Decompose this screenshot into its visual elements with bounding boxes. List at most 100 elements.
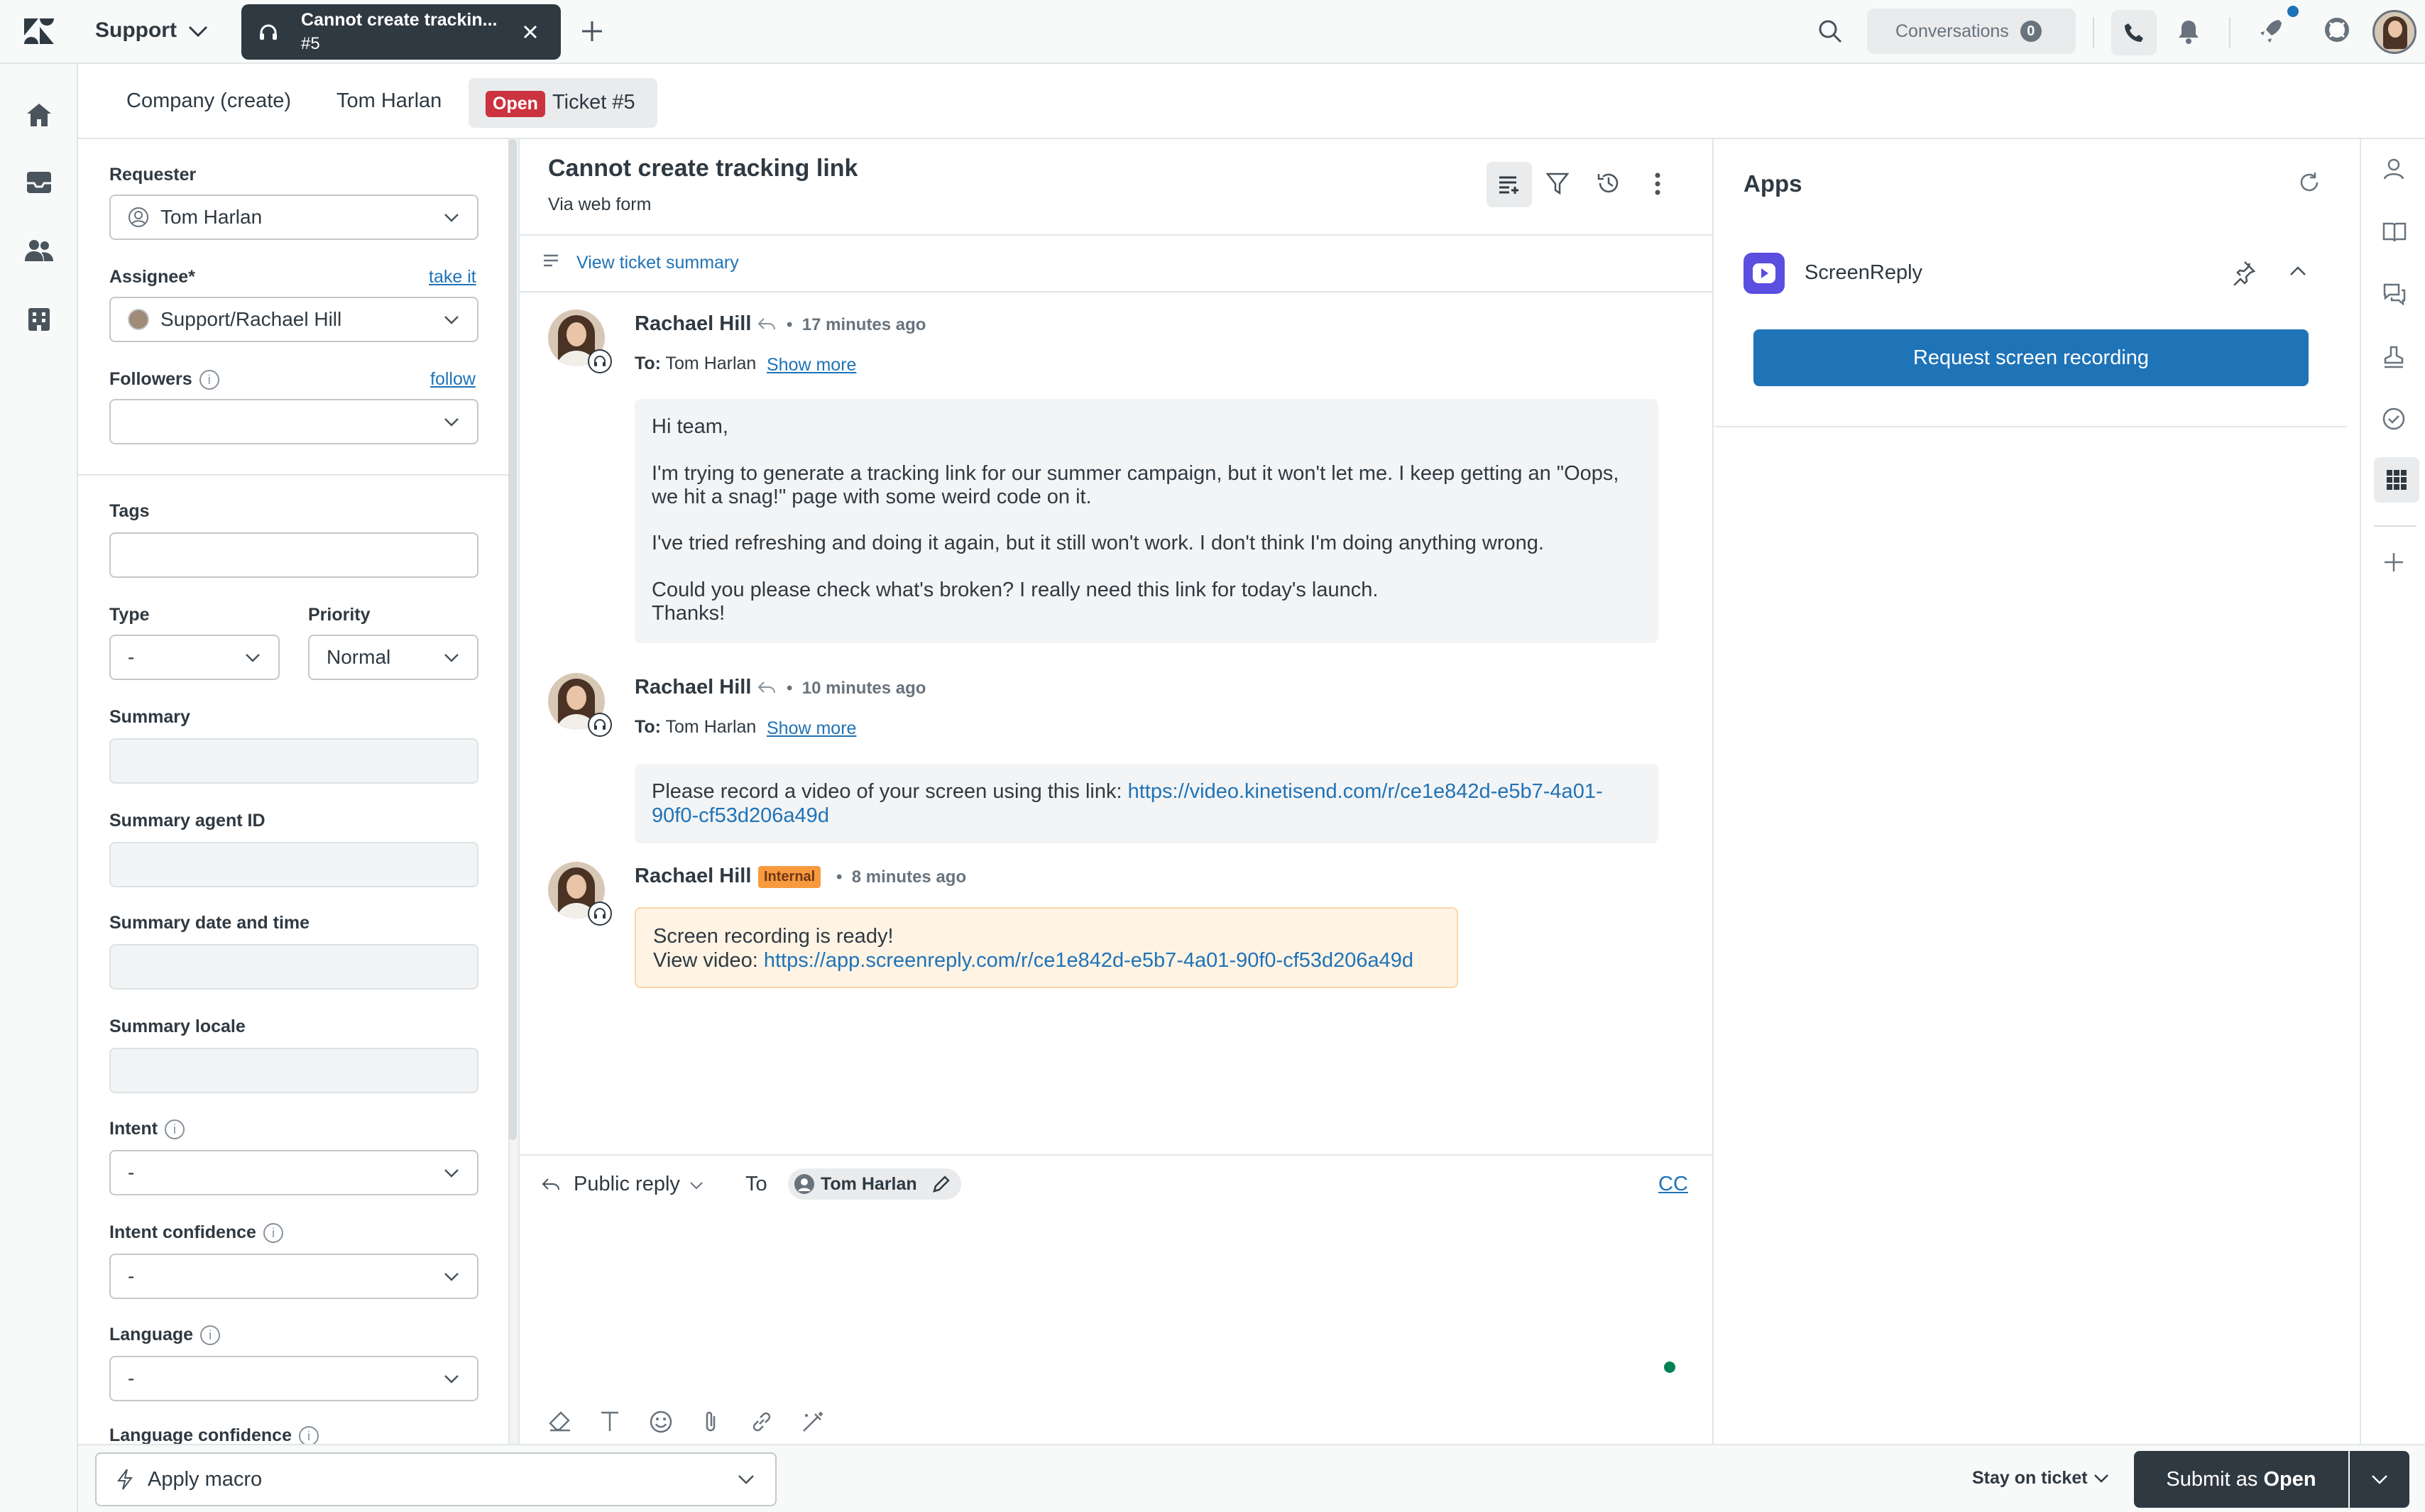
show-more-link[interactable]: Show more: [767, 718, 856, 739]
chevron-down-icon: [244, 649, 261, 666]
add-app-icon[interactable]: [2382, 551, 2405, 574]
message-body: Please record a video of your screen usi…: [635, 764, 1658, 843]
reply-arrow-icon: [757, 317, 777, 332]
organizations-icon[interactable]: [27, 307, 51, 332]
tags-label: Tags: [109, 501, 150, 521]
conversation-pane: Cannot create tracking link Via web form…: [518, 139, 1714, 1444]
recipient-chip[interactable]: Tom Harlan: [788, 1168, 961, 1200]
views-inbox-icon[interactable]: [26, 170, 53, 195]
ticket-tab[interactable]: Open Ticket #5: [469, 78, 657, 128]
to-label: To:: [635, 717, 662, 737]
user-avatar[interactable]: [2372, 10, 2416, 54]
message-line: I'm trying to generate a tracking link f…: [652, 462, 1619, 485]
requester-field[interactable]: Tom Harlan: [109, 195, 478, 240]
more-options-icon[interactable]: [1654, 172, 1661, 196]
refresh-icon[interactable]: [2297, 170, 2321, 195]
screenreply-link[interactable]: https://app.screenreply.com/r/ce1e842d-e…: [764, 949, 1413, 972]
info-icon[interactable]: i: [165, 1119, 185, 1140]
home-icon[interactable]: [26, 102, 53, 128]
attachment-icon[interactable]: [701, 1410, 720, 1434]
apps-grid-icon: [2386, 469, 2407, 491]
conversation-view-button[interactable]: [1487, 162, 1532, 207]
intent-confidence-select[interactable]: -: [109, 1254, 478, 1299]
language-select[interactable]: -: [109, 1356, 478, 1401]
message-author[interactable]: Rachael Hill: [635, 676, 751, 699]
close-tab-icon[interactable]: [521, 23, 540, 41]
user-tab[interactable]: Tom Harlan: [336, 89, 442, 113]
text-format-icon[interactable]: [599, 1410, 620, 1432]
priority-select[interactable]: Normal: [308, 635, 478, 680]
request-screen-recording-button[interactable]: Request screen recording: [1753, 329, 2309, 386]
reply-editor[interactable]: [520, 1211, 1712, 1353]
add-tab-icon[interactable]: [579, 18, 605, 44]
emoji-icon[interactable]: [649, 1410, 673, 1434]
active-ticket-tab[interactable]: Cannot create trackin... #5: [241, 4, 561, 60]
tags-field[interactable]: [109, 532, 478, 578]
divider: [2229, 17, 2230, 48]
message-time: • 10 minutes ago: [787, 679, 926, 698]
side-conversations-icon[interactable]: [2382, 283, 2407, 305]
apps-tab-button[interactable]: [2374, 457, 2419, 503]
to-label: To:: [635, 354, 662, 373]
properties-scrollbar-thumb[interactable]: [508, 139, 517, 1140]
show-more-link[interactable]: Show more: [767, 355, 856, 376]
priority-label: Priority: [308, 605, 371, 625]
language-label-text: Language: [109, 1325, 194, 1344]
followers-field[interactable]: [109, 399, 478, 444]
pin-icon[interactable]: [2230, 260, 2256, 285]
to-label: To: [745, 1173, 767, 1195]
search-icon[interactable]: [1817, 18, 1843, 44]
tasks-check-icon[interactable]: [2382, 407, 2405, 430]
message-time: • 8 minutes ago: [836, 867, 967, 887]
info-icon[interactable]: i: [200, 1325, 221, 1346]
message-author[interactable]: Rachael Hill: [635, 865, 751, 888]
phone-button[interactable]: [2111, 10, 2157, 55]
assignee-field[interactable]: Support/Rachael Hill: [109, 297, 478, 342]
submit-options-button[interactable]: [2350, 1451, 2409, 1508]
intent-select[interactable]: -: [109, 1150, 478, 1195]
video-link-continued[interactable]: 90f0-cf53d206a49d: [652, 804, 829, 828]
help-lifebuoy-icon[interactable]: [2324, 17, 2350, 43]
info-icon[interactable]: i: [263, 1223, 283, 1244]
edit-pencil-icon[interactable]: [931, 1174, 951, 1194]
type-select[interactable]: -: [109, 635, 280, 680]
chevron-down-icon: [443, 1370, 460, 1387]
message-author[interactable]: Rachael Hill: [635, 312, 751, 336]
chevron-down-icon[interactable]: [2093, 1472, 2110, 1485]
link-icon[interactable]: [750, 1410, 774, 1434]
follow-link[interactable]: follow: [430, 369, 476, 390]
apply-macro-select[interactable]: Apply macro: [95, 1452, 777, 1506]
magic-wand-icon[interactable]: [801, 1410, 825, 1434]
rocket-icon[interactable]: [2257, 17, 2286, 45]
eraser-icon[interactable]: [548, 1410, 572, 1432]
chevron-up-icon[interactable]: [2289, 264, 2307, 278]
agent-headset-icon: [588, 713, 612, 737]
video-link[interactable]: https://video.kinetisend.com/r/ce1e842d-…: [1128, 780, 1603, 803]
cc-link[interactable]: CC: [1658, 1173, 1688, 1196]
intent-confidence-value: -: [128, 1265, 135, 1287]
intent-confidence-label: Intent confidence i: [109, 1222, 283, 1244]
customers-icon[interactable]: [24, 239, 54, 263]
approval-stamp-icon[interactable]: [2382, 345, 2405, 369]
stay-on-ticket-select[interactable]: Stay on ticket: [1972, 1468, 2088, 1489]
conversations-button[interactable]: Conversations 0: [1867, 9, 2076, 54]
view-ticket-summary-link[interactable]: View ticket summary: [576, 253, 739, 273]
notifications-bell-icon[interactable]: [2177, 18, 2201, 44]
top-bar: Support Cannot create trackin... #5 Conv…: [0, 0, 2425, 64]
knowledge-book-icon[interactable]: [2382, 221, 2407, 243]
company-tab[interactable]: Company (create): [126, 89, 291, 113]
filter-icon[interactable]: [1546, 172, 1569, 196]
take-it-link[interactable]: take it: [429, 267, 476, 287]
zendesk-logo-icon[interactable]: [24, 18, 54, 44]
history-icon[interactable]: [1596, 170, 1621, 196]
info-icon[interactable]: i: [199, 370, 219, 390]
reply-mode-selector[interactable]: Public reply: [574, 1173, 680, 1196]
chevron-down-icon[interactable]: [689, 1180, 704, 1191]
product-switcher[interactable]: Support: [95, 18, 177, 43]
ticket-title[interactable]: Cannot create tracking link: [548, 155, 858, 182]
info-icon[interactable]: i: [298, 1426, 319, 1444]
app-name: ScreenReply: [1805, 261, 1923, 284]
submit-button[interactable]: Submit as Open: [2134, 1451, 2348, 1508]
chevron-down-icon[interactable]: [187, 23, 209, 40]
customer-context-icon[interactable]: [2382, 158, 2405, 180]
